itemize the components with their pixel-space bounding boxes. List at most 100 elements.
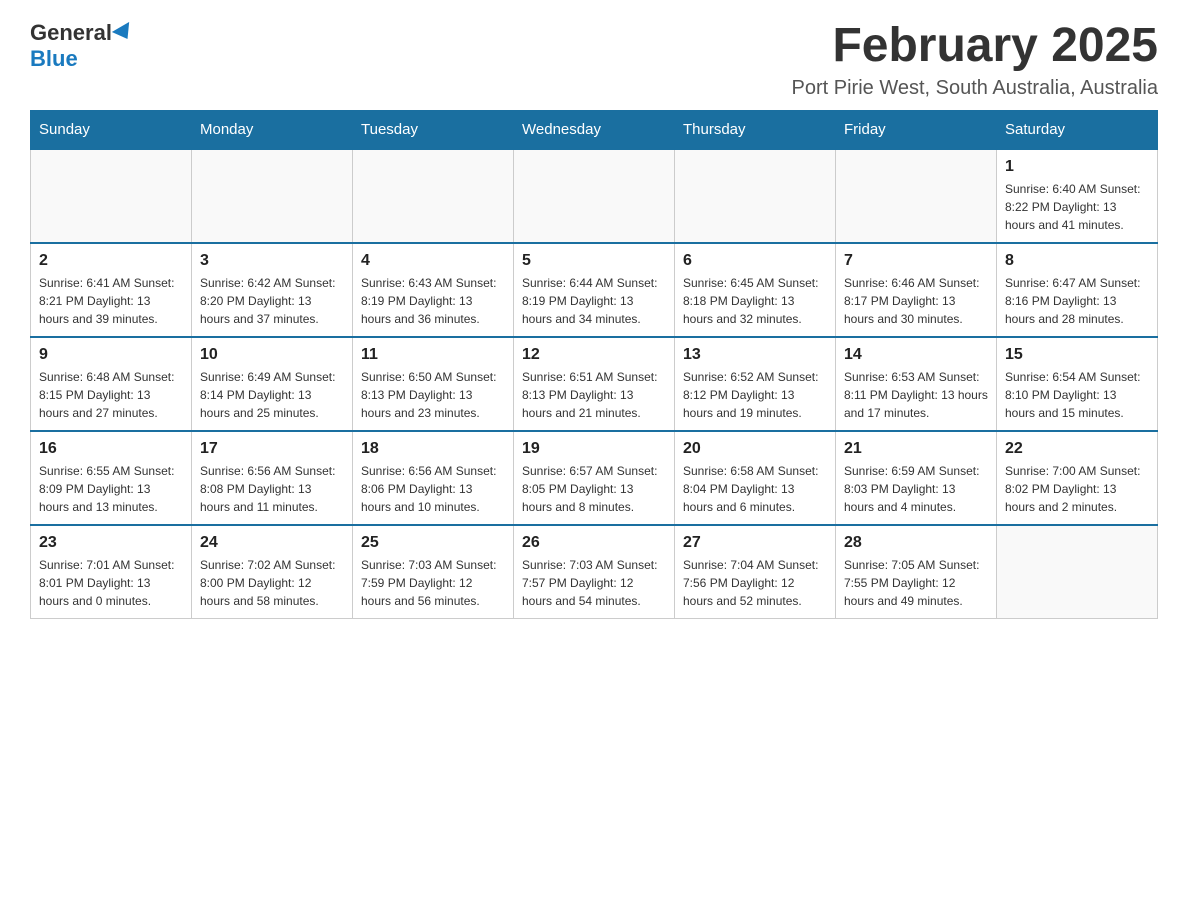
day-number: 24 xyxy=(200,534,344,552)
day-info: Sunrise: 6:41 AM Sunset: 8:21 PM Dayligh… xyxy=(39,274,183,328)
day-number: 9 xyxy=(39,346,183,364)
calendar-cell: 16 Sunrise: 6:55 AM Sunset: 8:09 PM Dayli… xyxy=(31,431,192,525)
location-title: Port Pirie West, South Australia, Austra… xyxy=(792,77,1158,100)
calendar-cell xyxy=(514,149,675,243)
day-info: Sunrise: 6:40 AM Sunset: 8:22 PM Dayligh… xyxy=(1005,180,1149,234)
day-info: Sunrise: 6:54 AM Sunset: 8:10 PM Dayligh… xyxy=(1005,368,1149,422)
day-info: Sunrise: 6:42 AM Sunset: 8:20 PM Dayligh… xyxy=(200,274,344,328)
calendar-cell: 11Sunrise: 6:50 AM Sunset: 8:13 PM Dayli… xyxy=(353,337,514,431)
day-info: Sunrise: 6:59 AM Sunset: 8:03 PM Dayligh… xyxy=(844,462,988,516)
calendar-cell: 4 Sunrise: 6:43 AM Sunset: 8:19 PM Daylig… xyxy=(353,243,514,337)
calendar-cell: 9Sunrise: 6:48 AM Sunset: 8:15 PM Daylig… xyxy=(31,337,192,431)
calendar-table: SundayMondayTuesdayWednesdayThursdayFrid… xyxy=(30,110,1158,619)
day-number: 27 xyxy=(683,534,827,552)
calendar-cell: 8 Sunrise: 6:47 AM Sunset: 8:16 PM Daylig… xyxy=(997,243,1158,337)
weekday-header-row: SundayMondayTuesdayWednesdayThursdayFrid… xyxy=(31,110,1158,149)
day-info: Sunrise: 6:55 AM Sunset: 8:09 PM Dayligh… xyxy=(39,462,183,516)
calendar-cell: 15 Sunrise: 6:54 AM Sunset: 8:10 PM Dayli… xyxy=(997,337,1158,431)
calendar-cell: 24 Sunrise: 7:02 AM Sunset: 8:00 PM Dayli… xyxy=(192,525,353,619)
calendar-week-row: 16 Sunrise: 6:55 AM Sunset: 8:09 PM Dayli… xyxy=(31,431,1158,525)
calendar-week-row: 1Sunrise: 6:40 AM Sunset: 8:22 PM Daylig… xyxy=(31,149,1158,243)
day-info: Sunrise: 6:57 AM Sunset: 8:05 PM Dayligh… xyxy=(522,462,666,516)
calendar-cell xyxy=(192,149,353,243)
calendar-cell: 26Sunrise: 7:03 AM Sunset: 7:57 PM Dayli… xyxy=(514,525,675,619)
calendar-cell: 12 Sunrise: 6:51 AM Sunset: 8:13 PM Dayli… xyxy=(514,337,675,431)
weekday-header-thursday: Thursday xyxy=(675,110,836,149)
calendar-cell: 2 Sunrise: 6:41 AM Sunset: 8:21 PM Daylig… xyxy=(31,243,192,337)
title-section: February 2025 Port Pirie West, South Aus… xyxy=(792,20,1158,100)
day-info: Sunrise: 6:46 AM Sunset: 8:17 PM Dayligh… xyxy=(844,274,988,328)
day-info: Sunrise: 6:56 AM Sunset: 8:08 PM Dayligh… xyxy=(200,462,344,516)
calendar-cell: 21 Sunrise: 6:59 AM Sunset: 8:03 PM Dayli… xyxy=(836,431,997,525)
calendar-week-row: 2 Sunrise: 6:41 AM Sunset: 8:21 PM Daylig… xyxy=(31,243,1158,337)
calendar-cell: 6 Sunrise: 6:45 AM Sunset: 8:18 PM Daylig… xyxy=(675,243,836,337)
day-number: 20 xyxy=(683,440,827,458)
day-info: Sunrise: 7:03 AM Sunset: 7:59 PM Dayligh… xyxy=(361,556,505,610)
day-info: Sunrise: 6:47 AM Sunset: 8:16 PM Dayligh… xyxy=(1005,274,1149,328)
day-info: Sunrise: 6:49 AM Sunset: 8:14 PM Dayligh… xyxy=(200,368,344,422)
calendar-cell: 20 Sunrise: 6:58 AM Sunset: 8:04 PM Dayli… xyxy=(675,431,836,525)
day-number: 5 xyxy=(522,252,666,270)
day-number: 23 xyxy=(39,534,183,552)
day-number: 6 xyxy=(683,252,827,270)
day-number: 17 xyxy=(200,440,344,458)
logo-general-text: General xyxy=(30,20,112,46)
day-number: 25 xyxy=(361,534,505,552)
day-info: Sunrise: 6:58 AM Sunset: 8:04 PM Dayligh… xyxy=(683,462,827,516)
calendar-cell: 28 Sunrise: 7:05 AM Sunset: 7:55 PM Dayli… xyxy=(836,525,997,619)
calendar-cell xyxy=(31,149,192,243)
weekday-header-saturday: Saturday xyxy=(997,110,1158,149)
weekday-header-tuesday: Tuesday xyxy=(353,110,514,149)
day-number: 22 xyxy=(1005,440,1149,458)
day-info: Sunrise: 6:56 AM Sunset: 8:06 PM Dayligh… xyxy=(361,462,505,516)
day-number: 26 xyxy=(522,534,666,552)
calendar-cell: 17 Sunrise: 6:56 AM Sunset: 8:08 PM Dayli… xyxy=(192,431,353,525)
day-number: 8 xyxy=(1005,252,1149,270)
calendar-cell: 19 Sunrise: 6:57 AM Sunset: 8:05 PM Dayli… xyxy=(514,431,675,525)
day-number: 21 xyxy=(844,440,988,458)
day-info: Sunrise: 7:01 AM Sunset: 8:01 PM Dayligh… xyxy=(39,556,183,610)
weekday-header-friday: Friday xyxy=(836,110,997,149)
day-info: Sunrise: 6:43 AM Sunset: 8:19 PM Dayligh… xyxy=(361,274,505,328)
day-info: Sunrise: 7:00 AM Sunset: 8:02 PM Dayligh… xyxy=(1005,462,1149,516)
weekday-header-wednesday: Wednesday xyxy=(514,110,675,149)
calendar-cell: 23 Sunrise: 7:01 AM Sunset: 8:01 PM Dayli… xyxy=(31,525,192,619)
calendar-cell: 3 Sunrise: 6:42 AM Sunset: 8:20 PM Daylig… xyxy=(192,243,353,337)
day-info: Sunrise: 6:44 AM Sunset: 8:19 PM Dayligh… xyxy=(522,274,666,328)
calendar-cell: 5 Sunrise: 6:44 AM Sunset: 8:19 PM Daylig… xyxy=(514,243,675,337)
calendar-cell: 13 Sunrise: 6:52 AM Sunset: 8:12 PM Dayli… xyxy=(675,337,836,431)
day-number: 15 xyxy=(1005,346,1149,364)
day-info: Sunrise: 7:02 AM Sunset: 8:00 PM Dayligh… xyxy=(200,556,344,610)
calendar-cell: 10Sunrise: 6:49 AM Sunset: 8:14 PM Dayli… xyxy=(192,337,353,431)
weekday-header-monday: Monday xyxy=(192,110,353,149)
day-number: 13 xyxy=(683,346,827,364)
calendar-cell xyxy=(675,149,836,243)
logo: General Blue xyxy=(30,20,134,72)
day-number: 3 xyxy=(200,252,344,270)
calendar-body: 1Sunrise: 6:40 AM Sunset: 8:22 PM Daylig… xyxy=(31,149,1158,619)
day-info: Sunrise: 6:51 AM Sunset: 8:13 PM Dayligh… xyxy=(522,368,666,422)
calendar-cell: 14Sunrise: 6:53 AM Sunset: 8:11 PM Dayli… xyxy=(836,337,997,431)
calendar-cell xyxy=(836,149,997,243)
day-info: Sunrise: 6:52 AM Sunset: 8:12 PM Dayligh… xyxy=(683,368,827,422)
day-info: Sunrise: 6:53 AM Sunset: 8:11 PM Dayligh… xyxy=(844,368,988,422)
day-number: 19 xyxy=(522,440,666,458)
day-info: Sunrise: 7:04 AM Sunset: 7:56 PM Dayligh… xyxy=(683,556,827,610)
day-number: 4 xyxy=(361,252,505,270)
calendar-cell: 27 Sunrise: 7:04 AM Sunset: 7:56 PM Dayli… xyxy=(675,525,836,619)
day-info: Sunrise: 6:45 AM Sunset: 8:18 PM Dayligh… xyxy=(683,274,827,328)
month-title: February 2025 xyxy=(792,20,1158,73)
calendar-header: SundayMondayTuesdayWednesdayThursdayFrid… xyxy=(31,110,1158,149)
day-number: 18 xyxy=(361,440,505,458)
logo-triangle-icon xyxy=(112,22,136,44)
calendar-cell: 25 Sunrise: 7:03 AM Sunset: 7:59 PM Dayli… xyxy=(353,525,514,619)
weekday-header-sunday: Sunday xyxy=(31,110,192,149)
calendar-week-row: 9Sunrise: 6:48 AM Sunset: 8:15 PM Daylig… xyxy=(31,337,1158,431)
day-number: 28 xyxy=(844,534,988,552)
day-number: 7 xyxy=(844,252,988,270)
calendar-cell xyxy=(997,525,1158,619)
day-number: 12 xyxy=(522,346,666,364)
day-info: Sunrise: 7:05 AM Sunset: 7:55 PM Dayligh… xyxy=(844,556,988,610)
day-number: 2 xyxy=(39,252,183,270)
day-number: 16 xyxy=(39,440,183,458)
